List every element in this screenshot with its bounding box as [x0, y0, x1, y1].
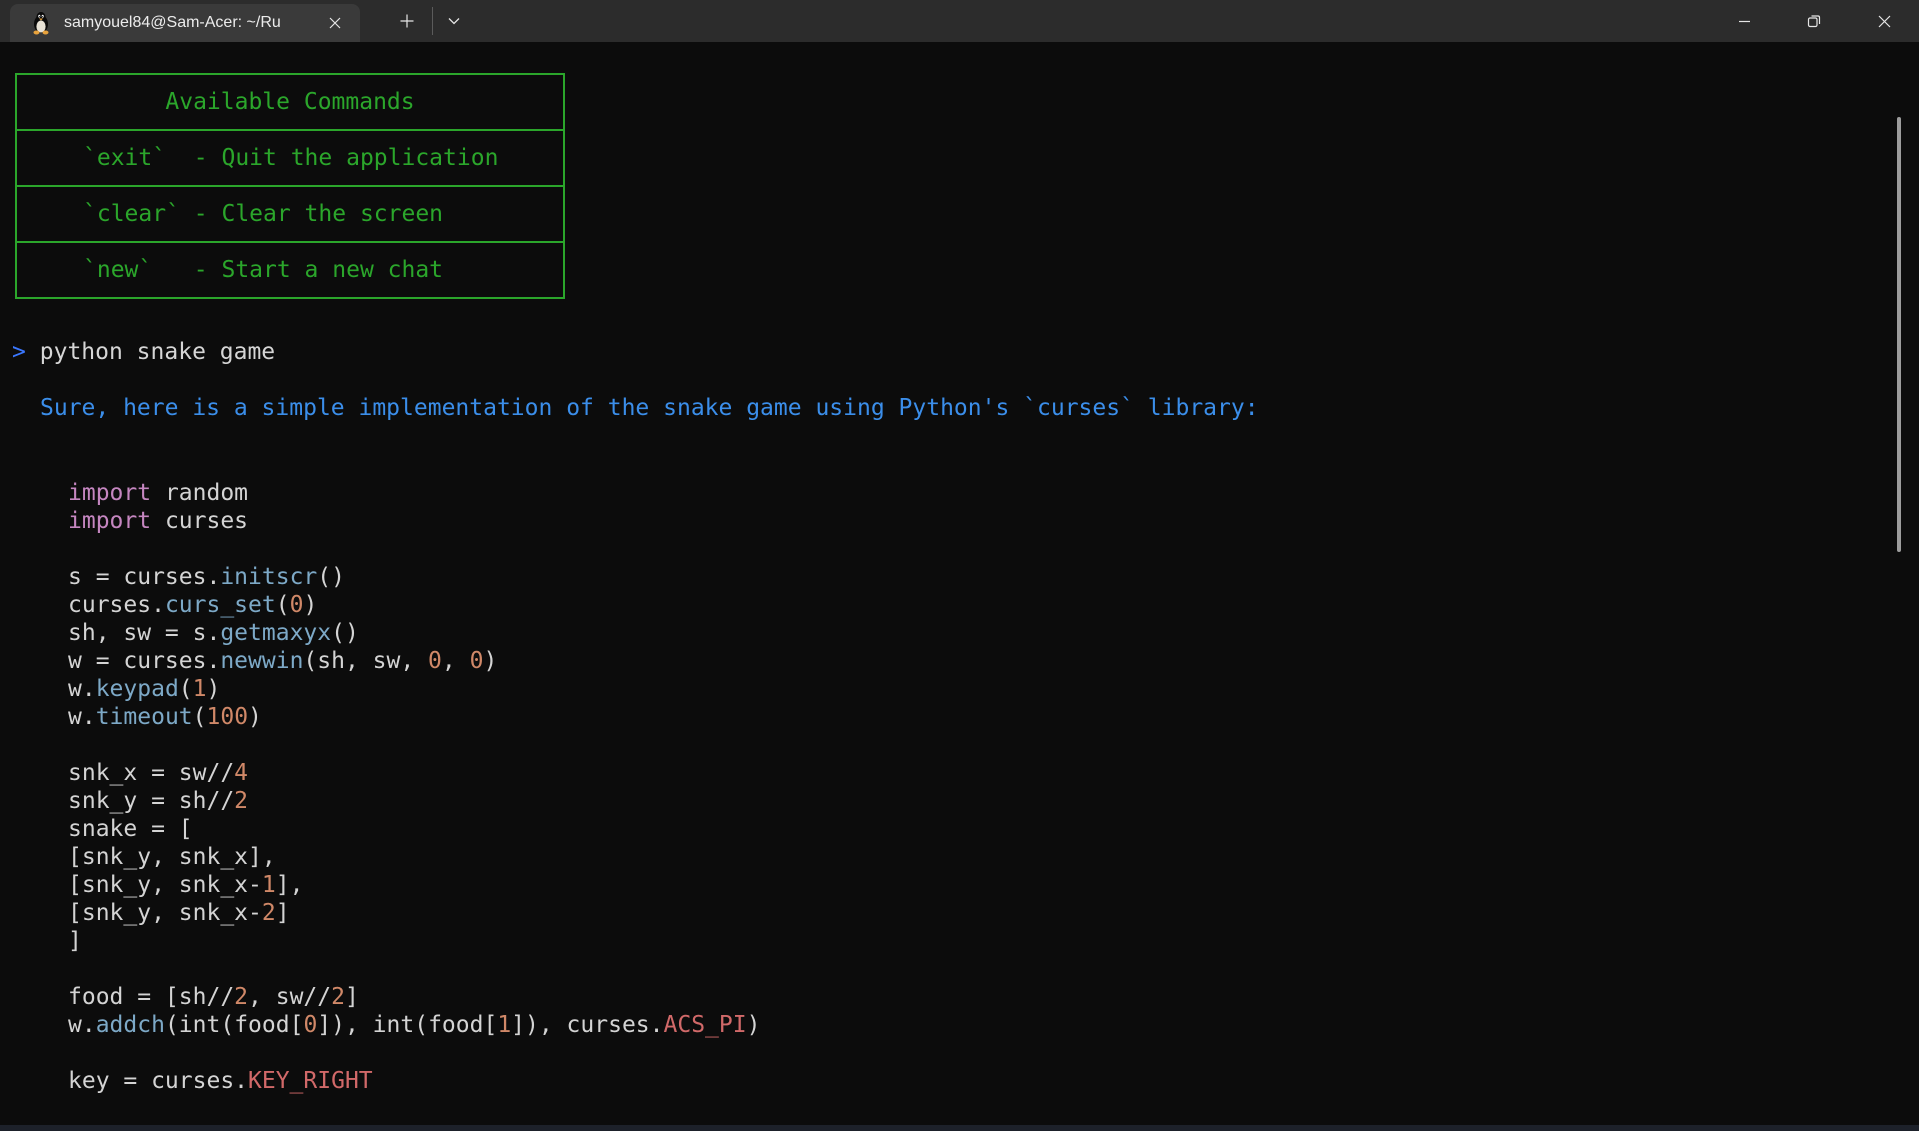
minimize-icon — [1738, 15, 1751, 28]
plus-icon — [400, 14, 414, 28]
scrollbar-thumb[interactable] — [1897, 117, 1901, 552]
tab-bar-separator — [432, 7, 433, 35]
tab-dropdown-button[interactable] — [440, 6, 468, 36]
close-window-button[interactable] — [1849, 0, 1919, 42]
code-line — [68, 955, 760, 983]
terminal-tab[interactable]: samyouel84@Sam-Acer: ~/Ru — [10, 4, 360, 42]
commands-table-row: `clear` - Clear the screen — [17, 187, 563, 243]
minimize-button[interactable] — [1709, 0, 1779, 42]
code-line — [68, 731, 760, 759]
prompt-line: > python snake game — [12, 338, 275, 366]
code-line: sh, sw = s.getmaxyx() — [68, 619, 760, 647]
assistant-message: Sure, here is a simple implementation of… — [40, 394, 1259, 422]
code-line — [68, 535, 760, 563]
code-line: w.addch(int(food[0]), int(food[1]), curs… — [68, 1011, 760, 1039]
window-controls — [1709, 0, 1919, 42]
code-line: ] — [68, 927, 760, 955]
code-line: w.timeout(100) — [68, 703, 760, 731]
tux-penguin-icon — [31, 11, 51, 35]
available-commands-table: Available Commands `exit` - Quit the app… — [15, 73, 565, 299]
new-tab-button[interactable] — [392, 6, 422, 36]
tab-title: samyouel84@Sam-Acer: ~/Ru — [64, 14, 314, 32]
terminal-screen[interactable]: Available Commands `exit` - Quit the app… — [0, 42, 1919, 1125]
code-line: curses.curs_set(0) — [68, 591, 760, 619]
code-line: w = curses.newwin(sh, sw, 0, 0) — [68, 647, 760, 675]
code-line: import curses — [68, 507, 760, 535]
prompt-command: python snake game — [40, 339, 275, 365]
restore-button[interactable] — [1779, 0, 1849, 42]
code-line: key = curses.KEY_RIGHT — [68, 1067, 760, 1095]
code-line: [snk_y, snk_x], — [68, 843, 760, 871]
code-line: s = curses.initscr() — [68, 563, 760, 591]
tab-close-button[interactable] — [320, 9, 350, 37]
code-line: [snk_y, snk_x-1], — [68, 871, 760, 899]
code-line: w.keypad(1) — [68, 675, 760, 703]
code-line: [snk_y, snk_x-2] — [68, 899, 760, 927]
title-bar: samyouel84@Sam-Acer: ~/Ru — [0, 0, 1919, 42]
code-line: snk_x = sw//4 — [68, 759, 760, 787]
code-line: snk_y = sh//2 — [68, 787, 760, 815]
restore-icon — [1807, 14, 1821, 28]
code-line: import random — [68, 479, 760, 507]
close-icon — [329, 17, 341, 29]
prompt-symbol: > — [12, 339, 26, 365]
window-bottom-edge — [0, 1125, 1919, 1131]
code-line — [68, 1039, 760, 1067]
code-block: import randomimport curses s = curses.ini… — [68, 479, 760, 1095]
close-icon — [1878, 15, 1891, 28]
chevron-down-icon — [448, 17, 460, 25]
commands-table-row: `new` - Start a new chat — [17, 243, 563, 297]
code-line: food = [sh//2, sw//2] — [68, 983, 760, 1011]
commands-table-header: Available Commands — [17, 75, 563, 131]
code-line: snake = [ — [68, 815, 760, 843]
terminal-window: samyouel84@Sam-Acer: ~/Ru — [0, 0, 1919, 1131]
commands-table-row: `exit` - Quit the application — [17, 131, 563, 187]
